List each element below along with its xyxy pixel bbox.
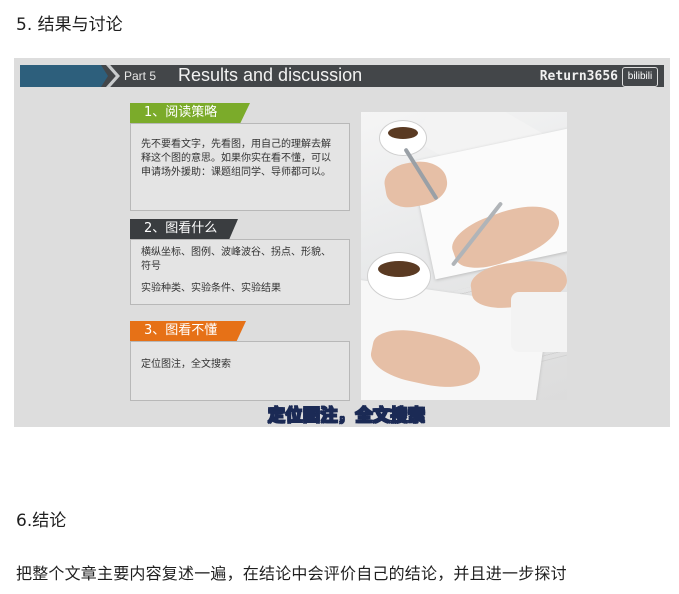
bilibili-logo-icon: bilibili [622, 67, 658, 87]
section-tag-what-to-see: 2、图看什么 [130, 219, 238, 239]
section-heading-6: 6.结论 [16, 511, 67, 531]
section-tag-cant-understand: 3、图看不懂 [130, 321, 246, 341]
section-box-reading-strategy: 先不要看文字，先看图，用自己的理解去解释这个图的意思。如果你实在看不懂，可以申请… [130, 123, 350, 211]
conclusion-paragraph: 把整个文章主要内容复述一遍，在结论中会评价自己的结论，并且进一步探讨 [16, 564, 567, 583]
slide-banner: Part 5 Results and discussion Return3656… [20, 65, 664, 87]
what-to-see-line-2: 实验种类、实验条件、实验结果 [141, 283, 281, 294]
meeting-photo [361, 112, 567, 400]
section-box-what-to-see: 横纵坐标、图例、波峰波谷、拐点、形貌、符号 实验种类、实验条件、实验结果 [130, 239, 350, 305]
video-slide[interactable]: Part 5 Results and discussion Return3656… [14, 58, 670, 427]
banner-chevron-shape [106, 65, 120, 87]
video-subtitle: 定位图注，全文搜索 [267, 405, 426, 426]
section-heading-5: 5. 结果与讨论 [16, 15, 123, 35]
banner-arrow-shape [20, 65, 108, 87]
slide-title: Results and discussion [178, 65, 363, 85]
coffee-cup-icon [379, 120, 427, 156]
photo-sleeve [511, 292, 567, 352]
coffee-cup-icon [367, 252, 431, 300]
section-tag-reading-strategy: 1、阅读策略 [130, 103, 250, 123]
what-to-see-line-1: 横纵坐标、图例、波峰波谷、拐点、形貌、符号 [141, 247, 331, 272]
coffee [388, 127, 418, 139]
section-box-cant-understand: 定位图注，全文搜索 [130, 341, 350, 401]
part-label: Part 5 [124, 69, 157, 83]
uploader-watermark: Return3656 [539, 69, 618, 84]
coffee [378, 261, 420, 277]
